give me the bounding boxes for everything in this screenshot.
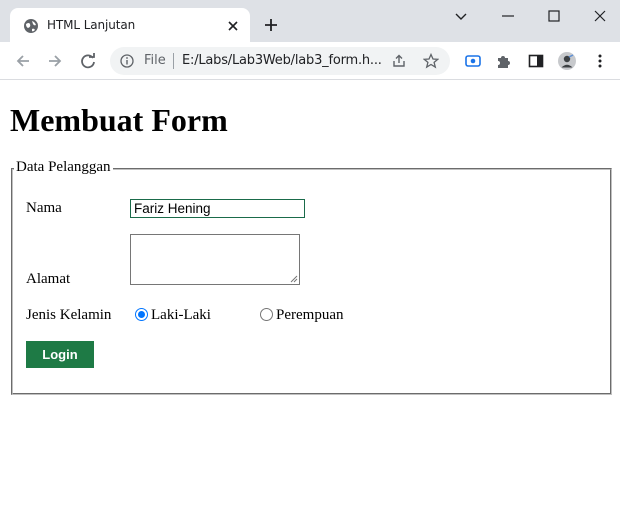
gender-option-female-label[interactable]: Perempuan — [276, 307, 343, 324]
close-icon[interactable] — [226, 19, 240, 33]
side-panel-icon[interactable] — [527, 52, 545, 70]
gender-radio-female[interactable] — [260, 308, 273, 321]
minimize-icon[interactable] — [500, 8, 516, 24]
fieldset-legend: Data Pelanggan — [14, 159, 113, 176]
name-label: Nama — [26, 200, 62, 216]
forward-arrow-icon[interactable] — [46, 52, 64, 70]
gender-option-male-label[interactable]: Laki-Laki — [151, 307, 211, 324]
gender-label: Jenis Kelamin — [26, 307, 112, 323]
page-title: Membuat Form — [10, 102, 228, 138]
puzzle-icon[interactable] — [495, 52, 513, 70]
browser-titlebar: HTML Lanjutan — [0, 0, 620, 42]
name-field[interactable]: Fariz Hening — [130, 199, 305, 218]
browser-tab[interactable]: HTML Lanjutan — [10, 8, 250, 42]
chevron-down-icon[interactable] — [453, 8, 469, 24]
maximize-icon[interactable] — [546, 8, 562, 24]
reload-icon[interactable] — [79, 52, 97, 70]
tab-title: HTML Lanjutan — [47, 18, 136, 32]
avatar[interactable] — [558, 52, 576, 70]
customer-fieldset — [11, 168, 612, 395]
info-icon[interactable] — [120, 54, 134, 68]
kebab-menu-icon[interactable] — [591, 52, 609, 70]
browser-toolbar: File E:/Labs/Lab3Web/lab3_form.h... — [0, 42, 620, 80]
gender-radio-male[interactable] — [135, 308, 148, 321]
address-textarea[interactable] — [130, 234, 300, 285]
url-text[interactable]: E:/Labs/Lab3Web/lab3_form.h... — [182, 53, 382, 68]
address-bar[interactable]: File E:/Labs/Lab3Web/lab3_form.h... — [110, 47, 450, 75]
star-icon[interactable] — [423, 53, 439, 69]
address-label: Alamat — [26, 271, 71, 287]
resize-grip-icon[interactable] — [290, 275, 298, 283]
cast-icon[interactable] — [464, 52, 482, 70]
plus-icon[interactable] — [263, 17, 279, 33]
globe-icon — [24, 19, 38, 33]
back-arrow-icon[interactable] — [14, 52, 32, 70]
login-button[interactable]: Login — [26, 341, 94, 368]
close-window-icon[interactable] — [592, 8, 608, 24]
scheme-label: File — [144, 53, 166, 68]
omnibox-divider — [173, 53, 174, 69]
page-content: Membuat Form Data Pelanggan Nama Fariz H… — [0, 81, 620, 521]
share-icon[interactable] — [391, 53, 407, 69]
